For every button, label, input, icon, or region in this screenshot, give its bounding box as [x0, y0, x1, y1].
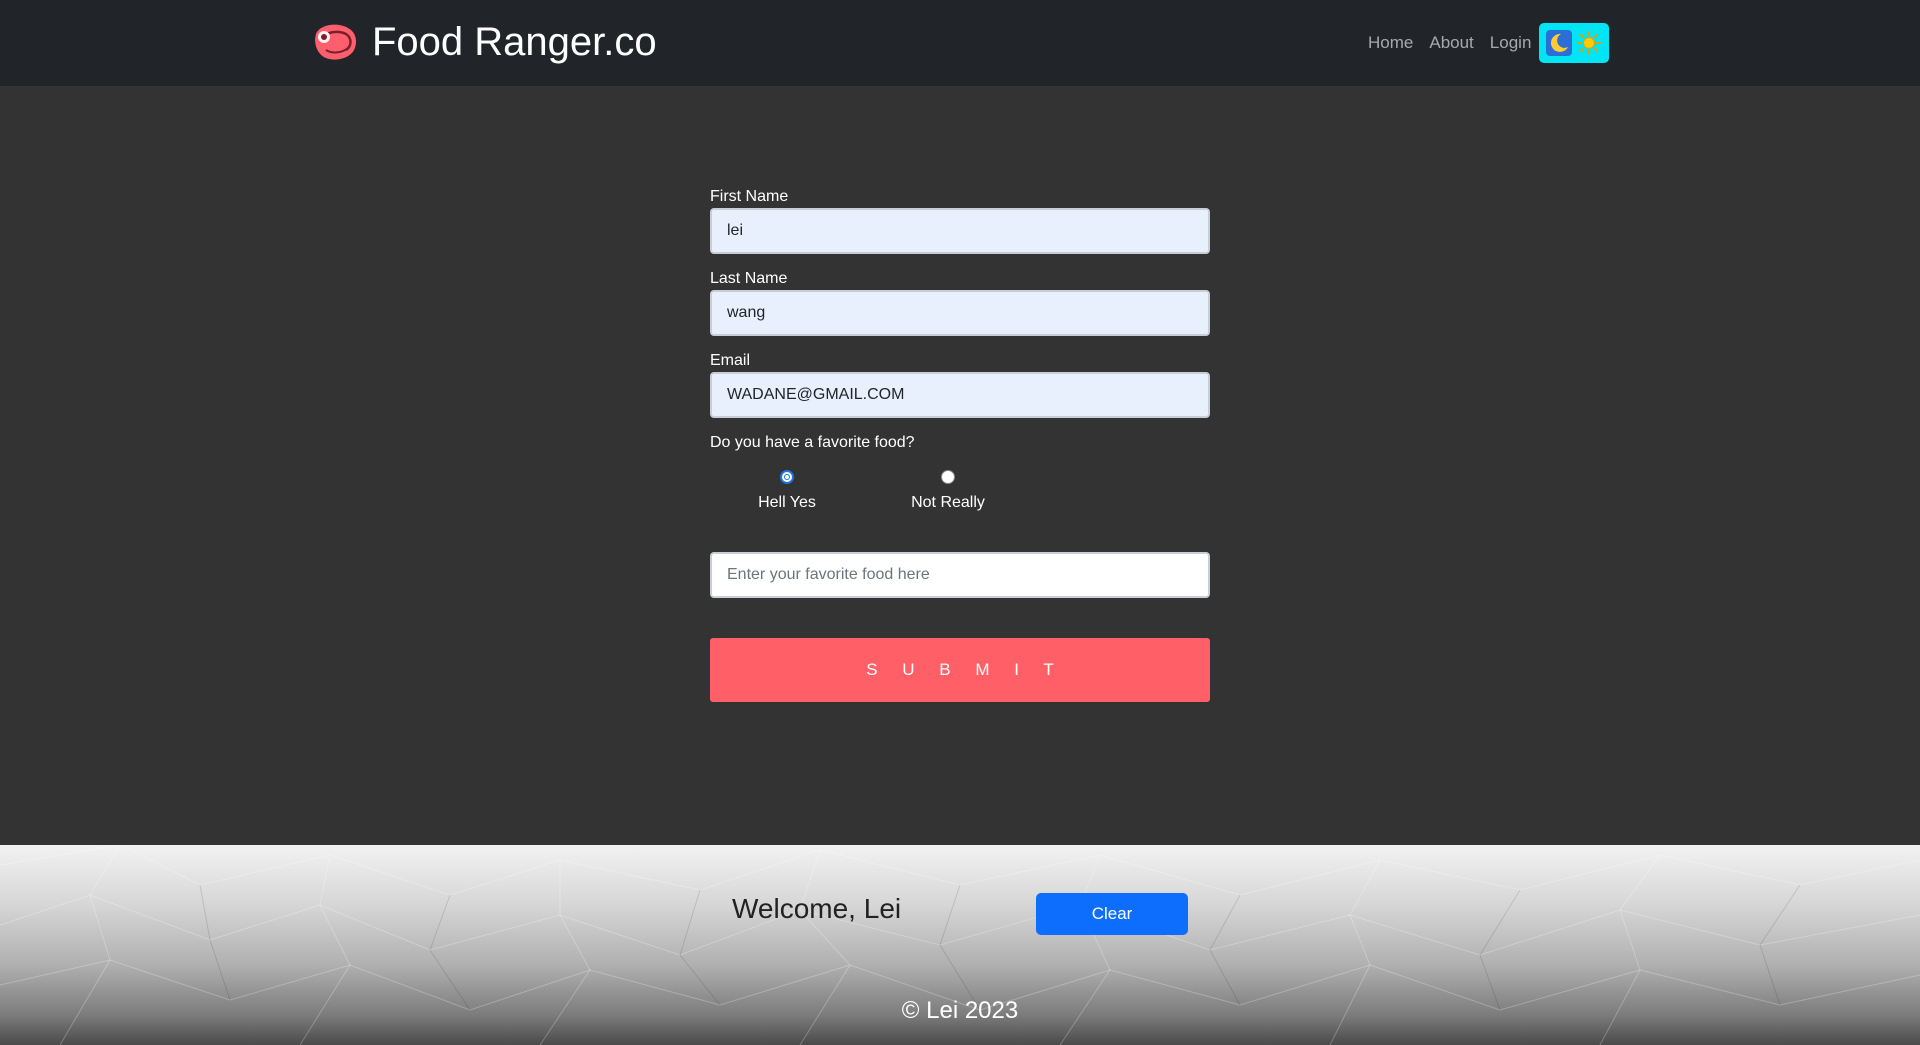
sun-icon	[1577, 31, 1602, 55]
radio-hell-yes-label: Hell Yes	[758, 494, 816, 511]
theme-toggle-button[interactable]	[1539, 23, 1610, 63]
brand-link[interactable]: Food Ranger.co	[310, 14, 657, 70]
nav-login-link[interactable]: Login	[1482, 33, 1540, 53]
copyright: © Lei 2023	[901, 997, 1019, 1024]
last-name-label: Last Name	[710, 270, 788, 287]
first-name-label: First Name	[710, 188, 789, 205]
clear-button[interactable]: Clear	[1036, 893, 1188, 935]
nav-links: Home About Login	[1360, 23, 1610, 63]
first-name-input[interactable]	[710, 208, 1210, 254]
radio-not-really-label: Not Really	[911, 494, 985, 511]
welcome-message: Welcome, Lei	[732, 893, 902, 924]
main-content: First Name Last Name Email Do you have a…	[0, 86, 1920, 845]
brand-name: Food Ranger.co	[372, 20, 657, 64]
favorite-food-radio-group: Hell Yes Not Really	[710, 454, 1210, 552]
email-label: Email	[710, 352, 751, 369]
email-input[interactable]	[710, 372, 1210, 418]
footer: Welcome, Lei Clear © Lei 2023	[0, 845, 1920, 1045]
radio-option-hell-yes[interactable]: Hell Yes	[727, 470, 847, 512]
radio-hell-yes[interactable]	[780, 470, 794, 484]
nav-home-link[interactable]: Home	[1360, 33, 1421, 53]
last-name-input[interactable]	[710, 290, 1210, 336]
radio-not-really[interactable]	[941, 470, 955, 484]
navbar: Food Ranger.co Home About Login	[0, 0, 1920, 86]
steak-logo-icon	[315, 24, 356, 60]
moon-icon	[1546, 30, 1573, 56]
submit-button[interactable]: S U B M I T	[710, 638, 1210, 702]
favorite-food-input[interactable]	[710, 552, 1210, 598]
nav-about-link[interactable]: About	[1421, 33, 1481, 53]
favorite-food-question: Do you have a favorite food?	[710, 434, 915, 451]
favorite-food-form: First Name Last Name Email Do you have a…	[710, 186, 1210, 702]
radio-option-not-really[interactable]: Not Really	[888, 470, 1008, 512]
